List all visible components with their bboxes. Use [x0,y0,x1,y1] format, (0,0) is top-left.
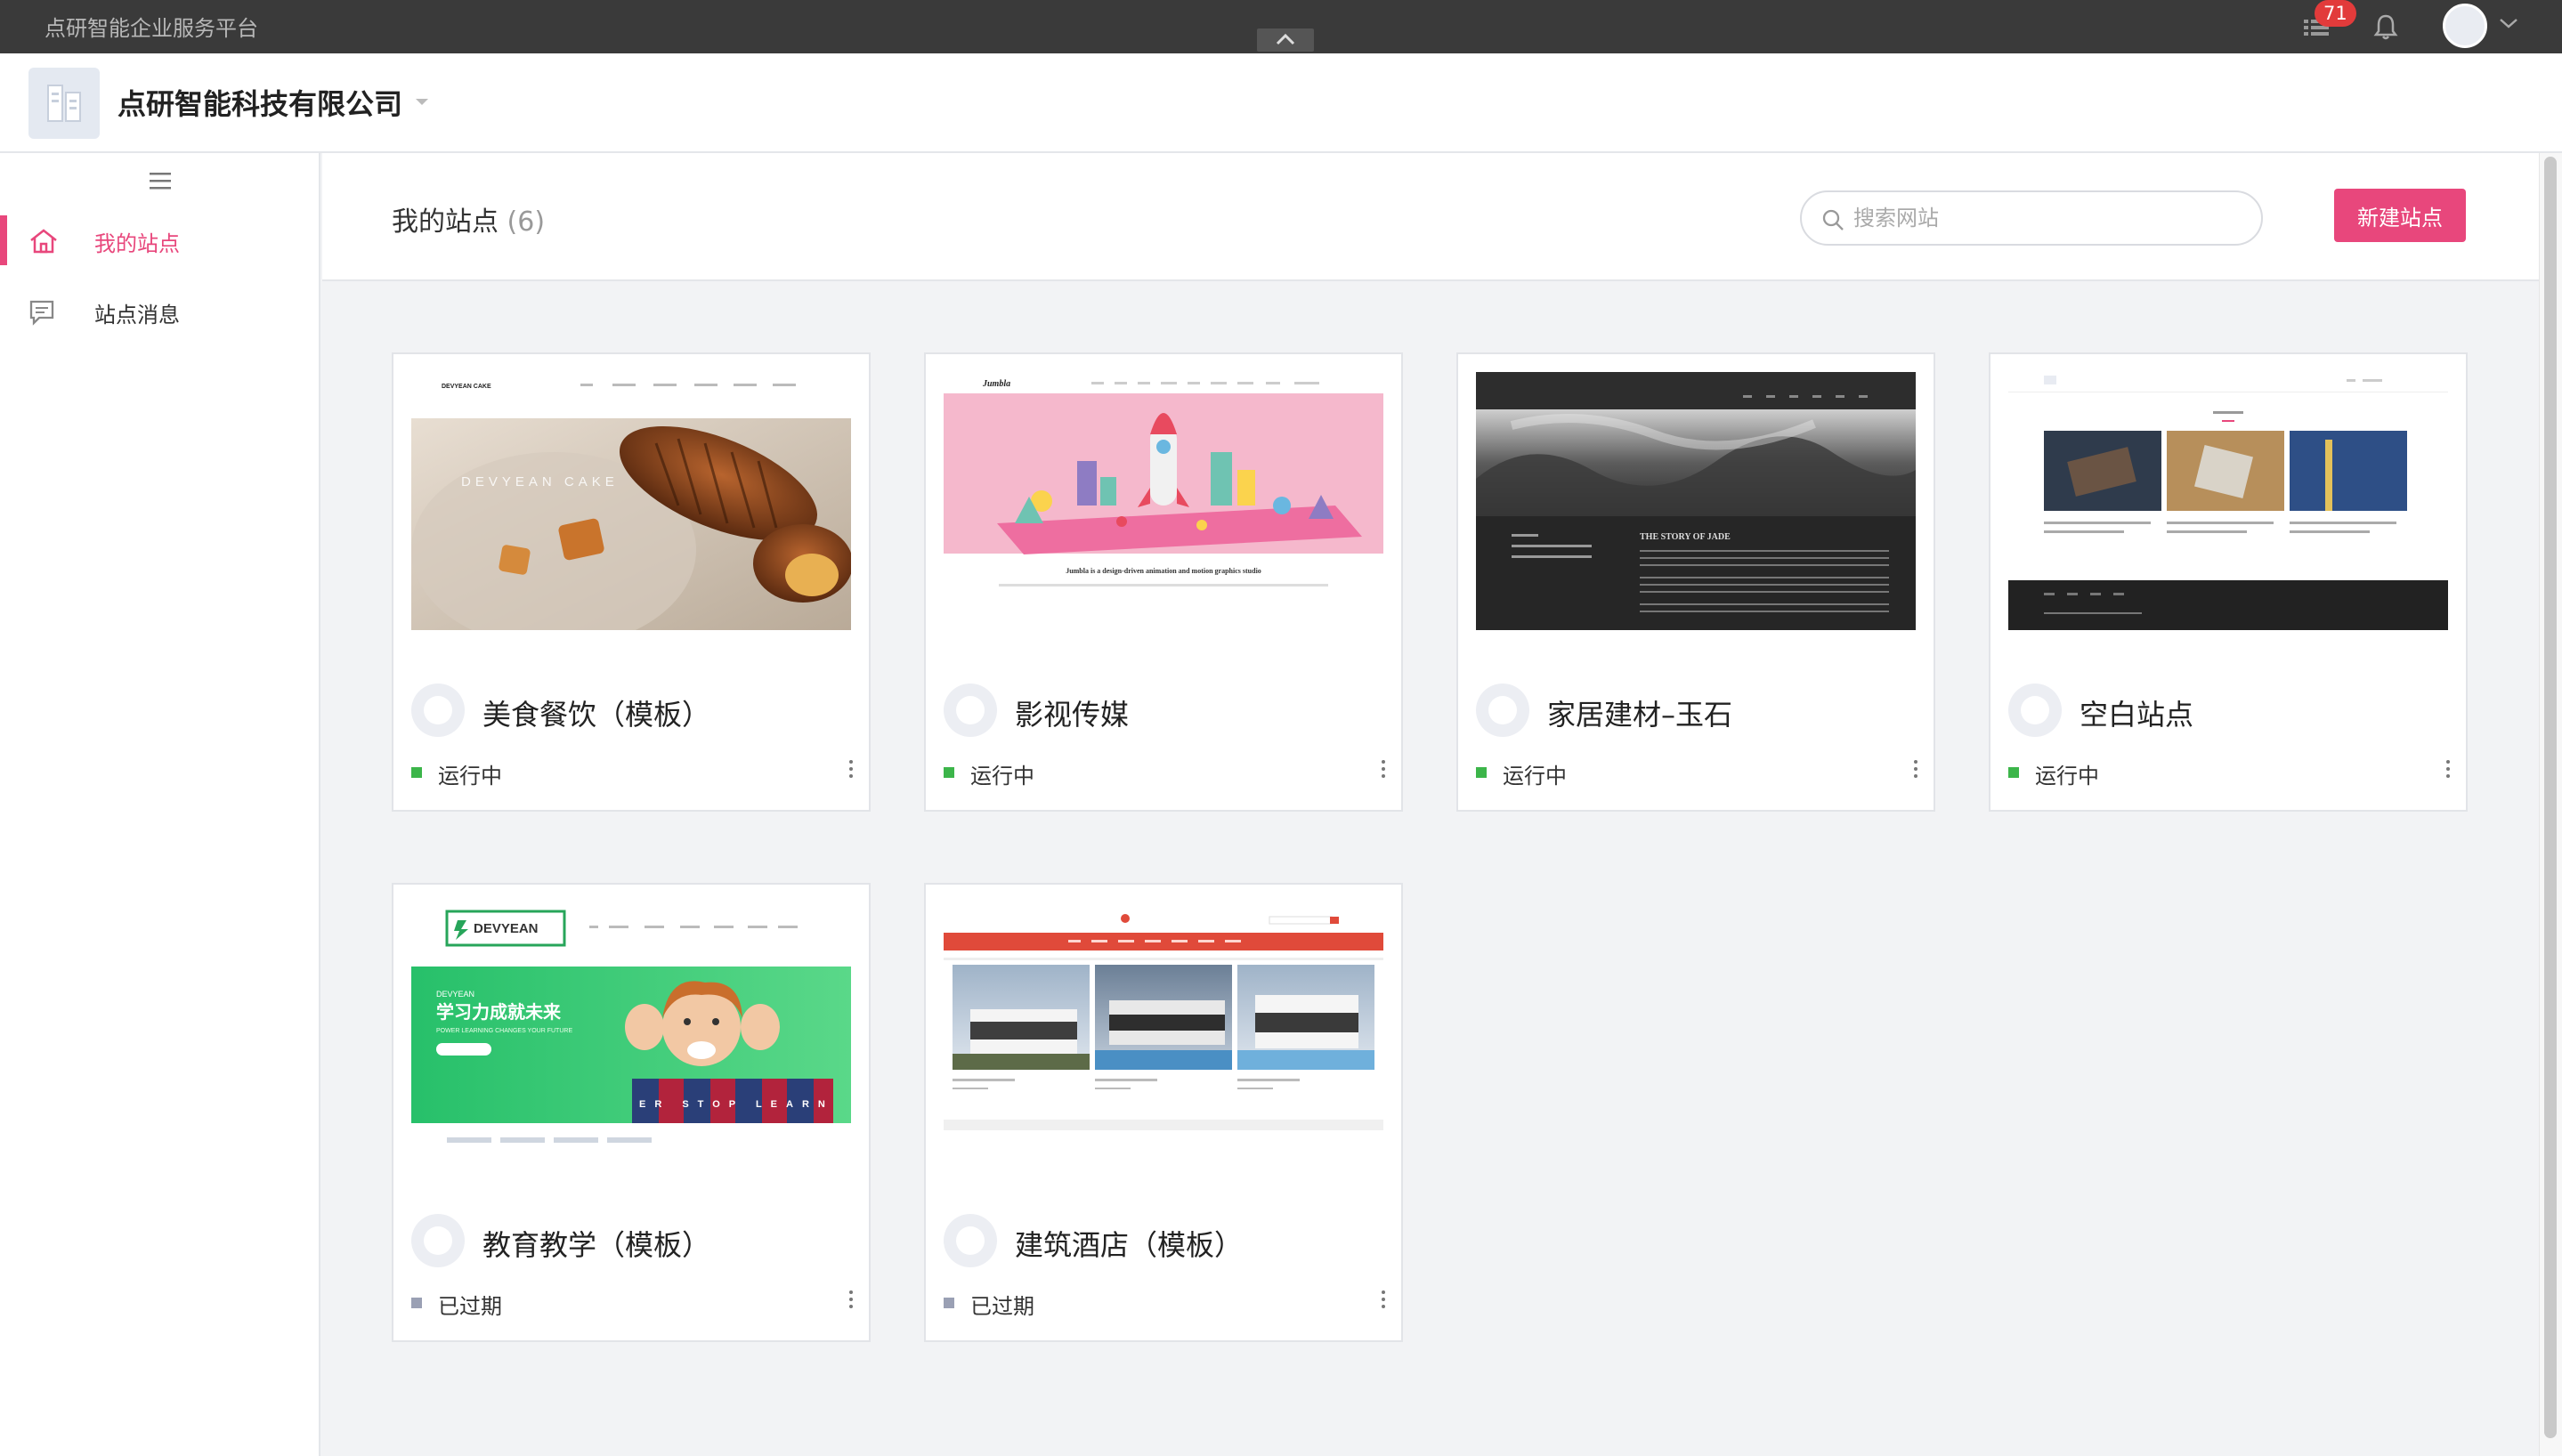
page-title-text: 我的站点 [392,206,499,238]
top-bar: 点研智能企业服务平台 71 [0,0,2562,53]
page-title: 我的站点 (6) [392,199,545,239]
more-options-icon[interactable] [842,756,860,783]
chevron-down-icon[interactable] [2498,16,2519,30]
site-thumbnail[interactable]: THE STORY OF JADE [1476,372,1916,630]
thumb-headline: Jumbla is a design-driven animation and … [1066,567,1261,575]
home-icon [30,229,57,254]
chevron-up-icon [1276,33,1295,45]
more-options-icon[interactable] [1907,756,1925,783]
site-name[interactable]: 教育教学（模板） [482,1223,710,1264]
status-text: 运行中 [438,764,502,789]
scrollbar[interactable] [2539,153,2562,1456]
content-header: 我的站点 (6) 新建站点 [322,153,2539,281]
site-card[interactable]: 空白站点 运行中 [1989,352,2468,812]
more-options-icon[interactable] [842,1287,860,1314]
site-thumbnail[interactable]: Jumbla Jumbla is a design-driven animati… [944,372,1383,630]
site-card[interactable]: DEVYEAN DEVYEAN 学习力成就未来 POWER LEARNING C… [392,883,871,1342]
company-name[interactable]: 点研智能科技有限公司 [118,82,402,123]
building-icon [47,85,81,122]
thumb-blocks-text: ER STOP LEARN [639,1099,834,1110]
site-card[interactable]: DEVYEAN CAKE DEVYEAN CAKE 美食餐饮（模板） 运行中 [392,352,871,812]
site-name[interactable]: 空白站点 [2080,692,2193,733]
site-name[interactable]: 建筑酒店（模板） [1015,1223,1243,1264]
message-icon [29,300,54,326]
menu-icon[interactable] [148,171,173,190]
site-name[interactable]: 影视传媒 [1015,692,1129,733]
site-avatar [944,684,997,737]
new-site-button[interactable]: 新建站点 [2334,189,2466,242]
site-avatar [411,684,465,737]
site-avatar [1476,684,1529,737]
more-options-icon[interactable] [1374,756,1392,783]
site-thumbnail[interactable]: DEVYEAN CAKE DEVYEAN CAKE [411,372,851,630]
search-box [1800,190,2263,246]
site-avatar [2008,684,2062,737]
status-text: 运行中 [970,764,1034,789]
status-dot [944,767,954,778]
thumbnail-image: DEVYEAN DEVYEAN 学习力成就未来 POWER LEARNING C… [411,902,851,1161]
status-text: 已过期 [438,1294,502,1319]
thumb-sub: DEVYEAN [436,990,474,999]
site-card[interactable]: Jumbla Jumbla is a design-driven animati… [924,352,1403,812]
sidebar-item-label: 站点消息 [94,303,180,328]
status-dot [411,767,422,778]
thumb-brand: DEVYEAN CAKE [442,384,491,390]
notification-badge: 71 [2315,0,2356,27]
thumb-headline: THE STORY OF JADE [1640,532,1731,542]
site-name[interactable]: 美食餐饮（模板） [482,692,710,733]
more-options-icon[interactable] [2439,756,2457,783]
status-dot [944,1298,954,1308]
site-thumbnail[interactable] [944,902,1383,1161]
scrollbar-thumb[interactable] [2544,157,2557,1438]
site-card[interactable]: 建筑酒店（模板） 已过期 [924,883,1403,1342]
bell-icon[interactable] [2371,12,2400,41]
company-logo [28,68,100,139]
thumb-brand: DEVYEAN [474,921,539,936]
site-name[interactable]: 家居建材–玉石 [1547,692,1732,733]
platform-title: 点研智能企业服务平台 [45,16,258,41]
collapse-header-button[interactable] [1257,28,1314,52]
sidebar-item-site-messages[interactable]: 站点消息 [0,283,319,340]
thumbnail-image: Jumbla Jumbla is a design-driven animati… [944,372,1383,630]
thumbnail-image [944,902,1383,1161]
caret-down-icon[interactable] [415,98,429,107]
status-text: 已过期 [970,1294,1034,1319]
status-text: 运行中 [2035,764,2099,789]
thumb-headline: 学习力成就未来 [436,1001,562,1023]
thumb-hero-text: DEVYEAN CAKE [461,474,619,489]
status-dot [1476,767,1487,778]
thumbnail-image: DEVYEAN CAKE DEVYEAN CAKE [411,372,851,630]
thumbnail-image: THE STORY OF JADE [1476,372,1916,630]
thumb-brand: Jumbla [982,379,1010,389]
site-thumbnail[interactable] [2008,372,2448,630]
more-options-icon[interactable] [1374,1287,1392,1314]
sidebar: 我的站点 站点消息 [0,153,320,1456]
site-avatar [944,1214,997,1267]
site-card[interactable]: THE STORY OF JADE 家居建材–玉石 运行中 [1456,352,1935,812]
user-avatar[interactable] [2443,4,2487,48]
company-header: 点研智能科技有限公司 [0,53,2562,153]
status-text: 运行中 [1503,764,1567,789]
search-input[interactable] [1853,201,2245,235]
thumbnail-image [2008,372,2448,630]
search-icon [1822,209,1844,231]
site-thumbnail[interactable]: DEVYEAN DEVYEAN 学习力成就未来 POWER LEARNING C… [411,902,851,1161]
site-avatar [411,1214,465,1267]
thumb-tagline: POWER LEARNING CHANGES YOUR FUTURE [436,1028,572,1034]
site-count: (6) [507,206,546,238]
sidebar-item-label: 我的站点 [94,231,180,256]
status-dot [2008,767,2019,778]
sidebar-item-my-sites[interactable]: 我的站点 [0,212,319,269]
status-dot [411,1298,422,1308]
